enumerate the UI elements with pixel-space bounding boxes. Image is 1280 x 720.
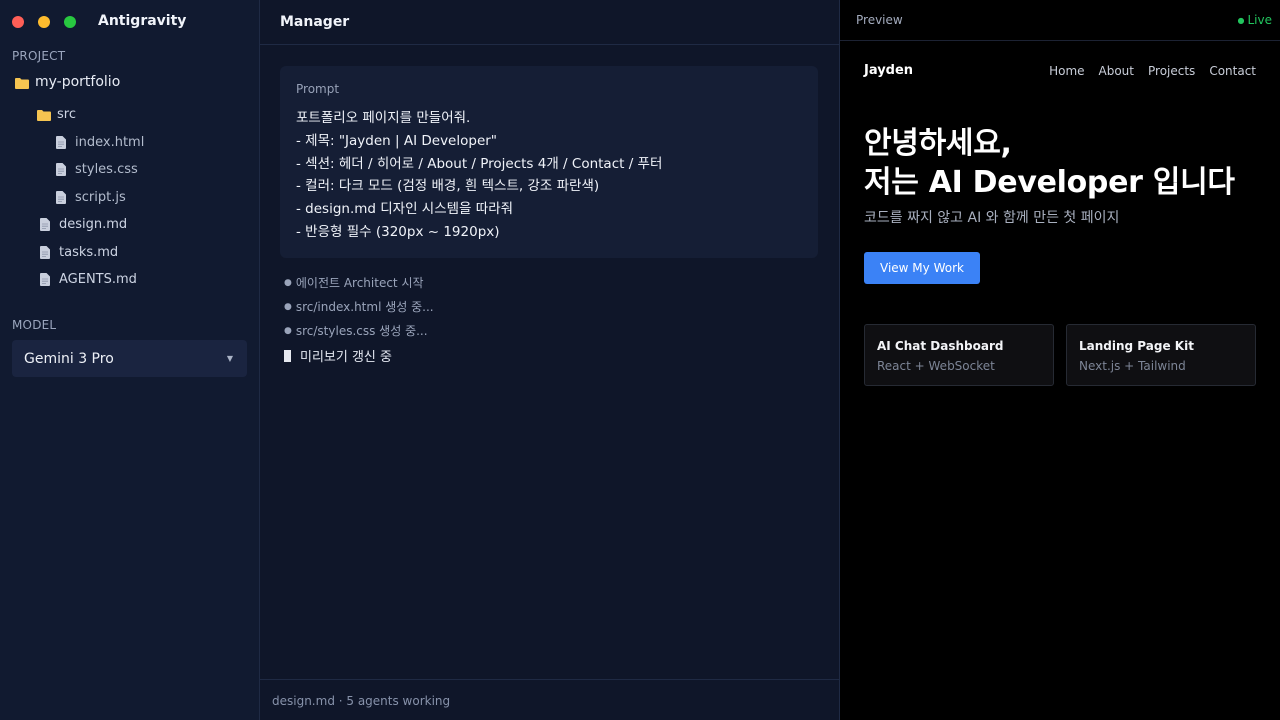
folder-icon bbox=[15, 77, 29, 89]
cursor-icon bbox=[284, 349, 291, 362]
prompt-line: - 제목: "Jayden | AI Developer" bbox=[296, 133, 498, 149]
log-entry-text: src/index.html 생성 중... bbox=[295, 300, 434, 314]
tree-folder-root-label: my-portfolio bbox=[35, 74, 121, 90]
manager-title: Manager bbox=[280, 14, 350, 30]
file-icon bbox=[40, 272, 51, 286]
tree-file-label: AGENTS.md bbox=[59, 271, 137, 287]
log-entry-active: 미리보기 갱신 중 bbox=[284, 346, 392, 365]
bullet-icon: ● bbox=[284, 325, 292, 336]
log-entry: ● 에이전트 Architect 시작 bbox=[284, 274, 424, 291]
log-entry: ● src/index.html 생성 중... bbox=[284, 298, 434, 315]
folder-icon bbox=[37, 109, 51, 121]
status-text: design.md · 5 agents working bbox=[272, 694, 451, 708]
hero-heading-line2: 저는 AI Developer 입니다 bbox=[864, 165, 1235, 200]
maximize-window-button[interactable] bbox=[64, 16, 76, 28]
tree-file-styles-css[interactable]: styles.css bbox=[56, 158, 138, 180]
file-icon bbox=[56, 135, 67, 149]
file-icon bbox=[56, 190, 67, 204]
tree-file-label: design.md bbox=[59, 216, 128, 232]
prompt-line: 포트폴리오 페이지를 만들어줘. bbox=[296, 110, 471, 126]
preview-header: Preview ● Live bbox=[840, 0, 1280, 41]
tree-file-index-html[interactable]: index.html bbox=[56, 131, 144, 153]
tree-file-label: index.html bbox=[75, 134, 145, 150]
log-entry-active-text: 미리보기 갱신 중 bbox=[300, 350, 392, 365]
site-nav-contact[interactable]: Contact bbox=[1209, 64, 1256, 78]
site-nav-home[interactable]: Home bbox=[1049, 64, 1084, 78]
prompt-line: - 컬러: 다크 모드 (검정 배경, 흰 텍스트, 강조 파란색) bbox=[296, 178, 600, 194]
log-entry-text: src/styles.css 생성 중... bbox=[295, 324, 428, 338]
prompt-label: Prompt bbox=[296, 82, 340, 96]
prompt-line: - design.md 디자인 시스템을 따라줘 bbox=[296, 201, 514, 217]
live-status-badge: ● Live bbox=[1212, 13, 1273, 27]
site-nav-projects[interactable]: Projects bbox=[1148, 64, 1195, 78]
tree-folder-root[interactable]: my-portfolio bbox=[15, 71, 120, 93]
file-icon bbox=[40, 217, 51, 231]
chevron-down-icon: ▼ bbox=[226, 354, 233, 363]
tree-file-tasks-md[interactable]: tasks.md bbox=[40, 241, 118, 263]
prompt-line: - 섹션: 헤더 / 히어로 / About / Projects 4개 / C… bbox=[296, 156, 663, 172]
project-card-title: AI Chat Dashboard bbox=[877, 339, 1004, 353]
tree-file-label: tasks.md bbox=[59, 244, 119, 260]
view-work-button[interactable]: View My Work bbox=[864, 252, 980, 284]
title-bar: Antigravity bbox=[0, 0, 260, 44]
project-section-label: PROJECT bbox=[12, 49, 66, 63]
project-card-meta: Next.js + Tailwind bbox=[1079, 359, 1186, 373]
tree-file-script-js[interactable]: script.js bbox=[56, 186, 126, 208]
tree-file-design-md[interactable]: design.md bbox=[40, 213, 127, 235]
model-section-label: MODEL bbox=[12, 318, 57, 332]
file-icon bbox=[40, 245, 51, 259]
prompt-card: Prompt 포트폴리오 페이지를 만들어줘. - 제목: "Jayden | … bbox=[280, 66, 818, 258]
bullet-icon: ● bbox=[284, 277, 292, 288]
live-dot-icon: ● bbox=[1237, 16, 1245, 25]
model-select-value: Gemini 3 Pro bbox=[24, 350, 114, 367]
preview-panel: Preview ● Live Jayden Home About Projects… bbox=[840, 0, 1280, 720]
site-nav: Home About Projects Contact bbox=[1035, 64, 1256, 78]
project-card[interactable]: Landing Page Kit Next.js + Tailwind bbox=[1066, 324, 1256, 386]
hero-subtitle: 코드를 짜지 않고 AI 와 함께 만든 첫 페이지 bbox=[864, 210, 1120, 226]
sidebar: Antigravity PROJECT my-portfolio src ind… bbox=[0, 0, 260, 720]
bullet-icon: ● bbox=[284, 301, 292, 312]
tree-folder-src[interactable]: src bbox=[37, 103, 76, 125]
prompt-line: - 반응형 필수 (320px ~ 1920px) bbox=[296, 224, 500, 240]
minimize-window-button[interactable] bbox=[38, 16, 50, 28]
log-entry-text: 에이전트 Architect 시작 bbox=[295, 276, 424, 290]
close-window-button[interactable] bbox=[12, 16, 24, 28]
site-nav-about[interactable]: About bbox=[1099, 64, 1134, 78]
project-card-meta: React + WebSocket bbox=[877, 359, 995, 373]
tree-file-label: script.js bbox=[75, 189, 126, 205]
site-logo[interactable]: Jayden bbox=[864, 63, 913, 78]
log-entry: ● src/styles.css 생성 중... bbox=[284, 322, 428, 339]
hero-heading-line1: 안녕하세요, bbox=[864, 126, 1012, 161]
live-status-text: Live bbox=[1247, 13, 1272, 27]
tree-folder-src-label: src bbox=[57, 106, 76, 122]
model-select[interactable]: Gemini 3 Pro ▼ bbox=[12, 340, 247, 377]
manager-header: Manager bbox=[260, 0, 840, 45]
manager-footer: design.md · 5 agents working bbox=[260, 679, 840, 720]
tree-file-label: styles.css bbox=[75, 161, 138, 177]
project-card[interactable]: AI Chat Dashboard React + WebSocket bbox=[864, 324, 1054, 386]
app-title: Antigravity bbox=[98, 13, 187, 29]
project-card-title: Landing Page Kit bbox=[1079, 339, 1194, 353]
file-icon bbox=[56, 162, 67, 176]
tree-file-agents-md[interactable]: AGENTS.md bbox=[40, 268, 137, 290]
preview-title: Preview bbox=[856, 13, 903, 27]
manager-panel: Manager Prompt 포트폴리오 페이지를 만들어줘. - 제목: "J… bbox=[260, 0, 840, 720]
